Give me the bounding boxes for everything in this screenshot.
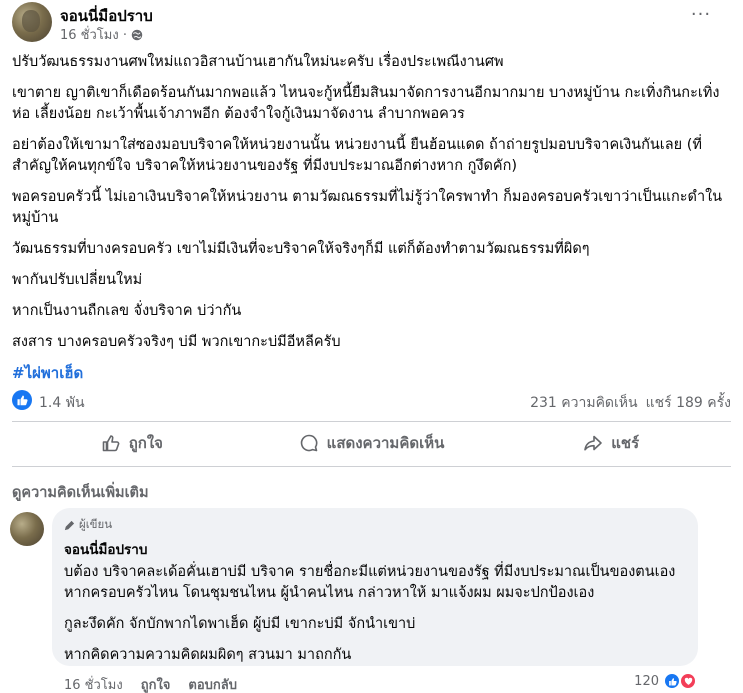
- view-more-comments-link[interactable]: ดูความคิดเห็นเพิ่มเติม: [12, 481, 149, 504]
- thumbs-up-icon: [668, 677, 677, 685]
- pencil-icon: [64, 520, 75, 530]
- post-body: ปรับวัฒนธรรมงานศพใหม่แถวอิสานบ้านเฮากันใ…: [12, 52, 732, 384]
- share-button[interactable]: แชร์: [491, 425, 731, 461]
- comment-label: แสดงความคิดเห็น: [326, 434, 445, 452]
- comment-paragraph: หากคิดความความคิดผมผิดๆ สวนมา มาถกกัน: [64, 647, 352, 663]
- post-paragraph: วัฒนธรรมที่บางครอบครัว เขาไม่มีเงินที่จะ…: [12, 241, 590, 257]
- love-reaction-icon: [679, 672, 697, 690]
- author-badge: ผู้เขียน: [64, 516, 686, 534]
- share-label: แชร์: [611, 434, 640, 452]
- comment-bubble: ผู้เขียน จอนนี่มือปราบ บต้อง บริจาคละเด้…: [52, 508, 698, 666]
- comment-text: บต้อง บริจาคละเด้อคั่นเฮาบ่มี บริจาค ราย…: [64, 562, 686, 666]
- post-meta: 16 ชั่วโมง ·: [60, 24, 143, 45]
- post-actions: ถูกใจ แสดงความคิดเห็น แชร์: [12, 425, 731, 461]
- post-hashtag[interactable]: #ไผ่พาเฮ็ด: [12, 363, 732, 384]
- share-icon: [584, 435, 603, 451]
- divider: [12, 421, 731, 422]
- post-paragraph: สงสาร บางครอบครัวจริงๆ บ่มี พวกเขากะบ่มี…: [12, 334, 341, 350]
- stats-right: 231 ความคิดเห็น แชร์ 189 ครั้ง: [530, 392, 731, 414]
- comment-icon: [300, 434, 318, 452]
- comment-paragraph: บต้อง บริจาคละเด้อคั่นเฮาบ่มี บริจาค ราย…: [64, 564, 676, 601]
- post-paragraph: ปรับวัฒนธรรมงานศพใหม่แถวอิสานบ้านเฮากันใ…: [12, 54, 504, 70]
- thumbs-up-icon: [102, 435, 120, 452]
- share-count[interactable]: แชร์ 189 ครั้ง: [646, 392, 731, 414]
- comment-author[interactable]: จอนนี่มือปราบ: [64, 538, 686, 560]
- globe-icon: [131, 29, 143, 40]
- post-paragraph: พอครอบครัวนี้ ไม่เอาเงินบริจาคให้หน่วยงา…: [12, 189, 723, 226]
- comment-button[interactable]: แสดงความคิดเห็น: [252, 425, 492, 461]
- comment-reply-button[interactable]: ตอบกลับ: [188, 674, 237, 693]
- author-avatar[interactable]: [12, 2, 52, 42]
- comment-reactions[interactable]: 120: [634, 672, 697, 690]
- commenter-avatar[interactable]: [10, 512, 44, 546]
- comment-time[interactable]: 16 ชั่วโมง: [64, 674, 123, 693]
- author-badge-label: ผู้เขียน: [79, 517, 113, 531]
- comment-count[interactable]: 231 ความคิดเห็น: [530, 392, 638, 414]
- post-stats: 1.4 พัน 231 ความคิดเห็น แชร์ 189 ครั้ง: [12, 388, 731, 416]
- comment-footer: 16 ชั่วโมง ถูกใจ ตอบกลับ: [64, 674, 237, 693]
- post-paragraph: เขาตาย ญาติเขาก็เดือดร้อนกันมากพอแล้ว ไห…: [12, 85, 720, 122]
- reaction-count[interactable]: 1.4 พัน: [39, 392, 85, 414]
- comment-like-button[interactable]: ถูกใจ: [141, 674, 171, 693]
- more-options-button[interactable]: ···: [683, 4, 719, 32]
- heart-icon: [684, 677, 692, 685]
- comment-reaction-count: 120: [634, 673, 659, 689]
- thumbs-up-icon: [17, 395, 28, 406]
- post-paragraph: อย่าต้องให้เขามาใส่ซองมอบบริจาคให้หน่วยง…: [12, 137, 702, 174]
- post-paragraph: หากเป็นงานถืกเลข จั่งบริจาค บ่ว่ากัน: [12, 303, 242, 319]
- post-paragraph: พากันปรับเปลี่ยนใหม่: [12, 272, 143, 288]
- like-reaction-icon: [12, 390, 32, 410]
- divider: [12, 466, 731, 467]
- comment-paragraph: กูละงึดคัก จักบักพากไดพาเฮ็ด ผู้บ่มี เขา…: [64, 616, 416, 632]
- post-header: จอนนี่มือปราบ 16 ชั่วโมง · ···: [12, 2, 731, 44]
- like-button[interactable]: ถูกใจ: [12, 425, 252, 461]
- like-label: ถูกใจ: [128, 434, 163, 452]
- post-time[interactable]: 16 ชั่วโมง ·: [60, 24, 127, 45]
